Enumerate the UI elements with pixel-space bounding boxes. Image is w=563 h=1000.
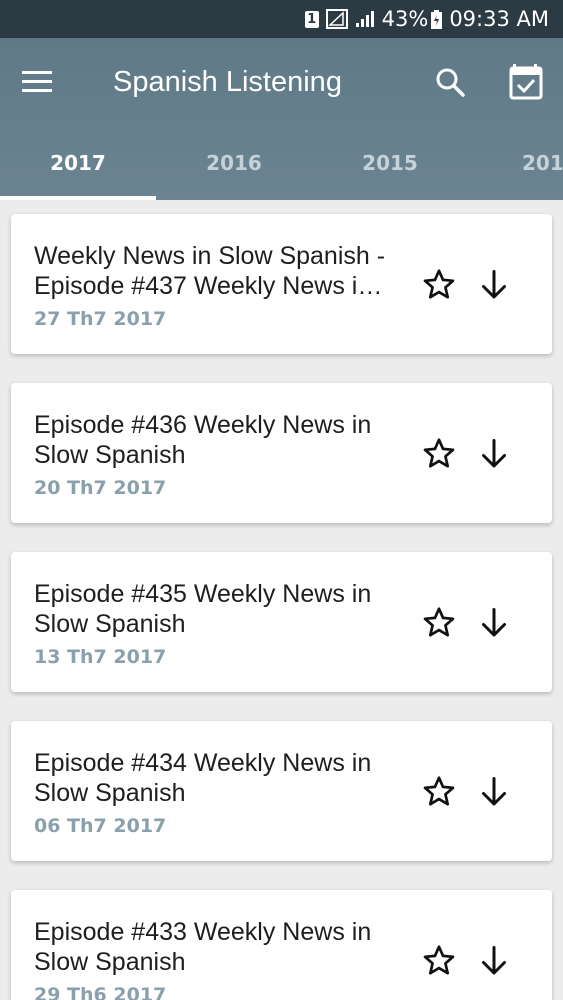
episode-title: Weekly News in Slow Spanish - Episode #4…: [34, 242, 386, 300]
episode-card[interactable]: Episode #433 Weekly News in Slow Spanish…: [11, 890, 552, 1000]
sim-icon: 1: [304, 10, 319, 28]
episode-date: 27 Th7 2017: [34, 308, 167, 330]
tab-2014[interactable]: 2014: [468, 126, 563, 200]
episode-date: 13 Th7 2017: [34, 646, 167, 668]
search-icon: [436, 68, 465, 97]
star-outline-icon: [423, 438, 455, 468]
favorite-button[interactable]: [421, 943, 457, 979]
episode-title: Episode #434 Weekly News in Slow Spanish: [34, 749, 372, 807]
status-bar: 1 43% 09:33 AM: [0, 0, 563, 38]
episode-card[interactable]: Episode #436 Weekly News in Slow Spanish…: [11, 383, 552, 523]
episode-date: 29 Th6 2017: [34, 984, 167, 1000]
tab-2017[interactable]: 2017: [0, 126, 156, 200]
signal-icon: [355, 10, 375, 28]
year-tabs: 2017 2016 2015 2014: [0, 126, 563, 200]
menu-icon: [22, 71, 52, 92]
favorite-button[interactable]: [421, 605, 457, 641]
arrow-down-icon: [482, 946, 506, 975]
arrow-down-icon: [482, 439, 506, 468]
download-button[interactable]: [476, 943, 512, 979]
arrow-down-icon: [482, 777, 506, 806]
star-outline-icon: [423, 607, 455, 637]
episode-date: 06 Th7 2017: [34, 815, 167, 837]
episode-title: Episode #436 Weekly News in Slow Spanish: [34, 411, 372, 469]
download-button[interactable]: [476, 267, 512, 303]
download-button[interactable]: [476, 605, 512, 641]
tab-2016[interactable]: 2016: [156, 126, 312, 200]
arrow-down-icon: [482, 608, 506, 637]
app-bar: Spanish Listening 2017 2016 2015 2014: [0, 38, 563, 200]
download-button[interactable]: [476, 436, 512, 472]
favorite-button[interactable]: [421, 436, 457, 472]
favorite-button[interactable]: [421, 267, 457, 303]
download-button[interactable]: [476, 774, 512, 810]
tab-2015[interactable]: 2015: [312, 126, 468, 200]
toolbar: Spanish Listening: [0, 38, 563, 126]
episode-title: Episode #433 Weekly News in Slow Spanish: [34, 918, 372, 976]
episode-card[interactable]: Episode #434 Weekly News in Slow Spanish…: [11, 721, 552, 861]
episode-date: 20 Th7 2017: [34, 477, 167, 499]
calendar-check-icon: [509, 64, 543, 100]
clock: 09:33 AM: [449, 7, 549, 31]
no-sim-signal-icon: [325, 9, 348, 29]
star-outline-icon: [423, 269, 455, 299]
episode-card[interactable]: Weekly News in Slow Spanish - Episode #4…: [11, 214, 552, 354]
battery-percent: 43%: [381, 7, 429, 31]
favorite-button[interactable]: [421, 774, 457, 810]
app-title: Spanish Listening: [113, 66, 342, 98]
arrow-down-icon: [482, 270, 506, 299]
calendar-button[interactable]: [506, 62, 546, 102]
episode-card[interactable]: Episode #435 Weekly News in Slow Spanish…: [11, 552, 552, 692]
star-outline-icon: [423, 776, 455, 806]
star-outline-icon: [423, 945, 455, 975]
episode-title: Episode #435 Weekly News in Slow Spanish: [34, 580, 372, 638]
episode-list: Weekly News in Slow Spanish - Episode #4…: [0, 200, 563, 1000]
menu-button[interactable]: [18, 64, 58, 100]
sim-slot-label: 1: [304, 10, 319, 28]
battery-icon: [431, 9, 443, 29]
search-button[interactable]: [432, 64, 468, 100]
